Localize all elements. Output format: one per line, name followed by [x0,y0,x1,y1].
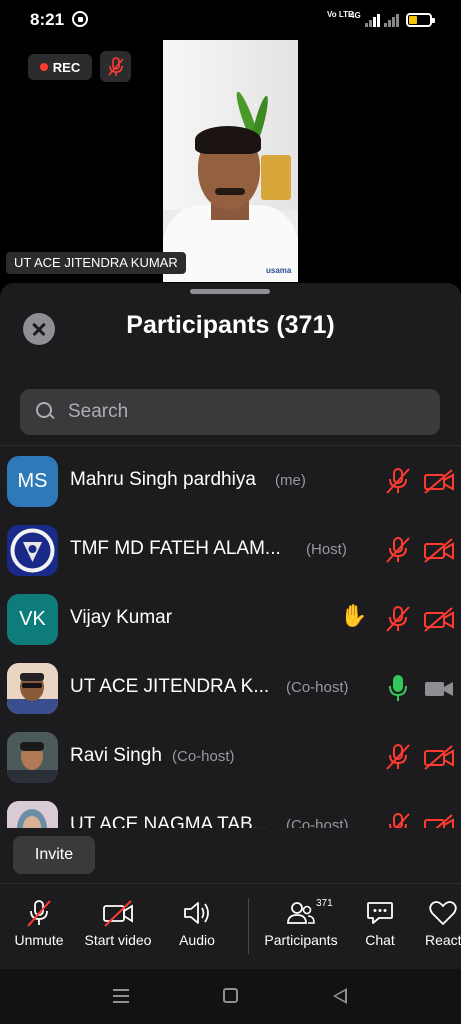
signal-icon-sim2 [384,13,400,27]
participant-role: (Host) [306,541,347,558]
video-on-icon[interactable] [424,673,454,703]
mic-off-icon[interactable] [383,604,413,634]
avatar: VK [7,594,58,645]
start-video-label: Start video [84,932,152,948]
shirt-logo: usama [266,266,292,275]
video-off-icon[interactable] [424,604,454,634]
raised-hand-icon: ✋ [340,603,368,628]
participant-role: (Co-host) [286,817,349,828]
unmute-button[interactable]: Unmute [12,898,66,948]
search-input[interactable] [68,401,398,423]
home-icon[interactable] [223,988,238,1003]
system-nav-bar [0,969,461,1024]
avatar [7,663,58,714]
participants-label: Participants [264,932,338,948]
participant-list[interactable]: MS Mahru Singh pardhiya (me) TMF MD FATE… [0,445,461,828]
record-dot-icon [39,63,48,71]
chat-icon [367,902,393,924]
audio-label: Audio [179,932,215,948]
participant-row[interactable]: UT ACE NAGMA TAB... (Co-host) [0,791,461,828]
recording-badge[interactable]: REC [28,54,92,80]
search-icon [36,402,56,422]
battery-icon [406,13,435,27]
video-area[interactable]: REC usama UT ACE JITENDRA KUMAR [0,40,461,285]
participant-name: Ravi Singh [70,745,162,766]
speaker-video[interactable]: usama [163,40,298,282]
shield-logo-icon [10,528,55,573]
avatar: MS [7,456,58,507]
status-bar: 8:21 Vo LTE 4G [0,0,461,40]
participant-name: UT ACE NAGMA TAB... [70,814,269,828]
back-icon[interactable] [333,988,347,1004]
status-time: 8:21 [30,10,65,29]
chat-label: Chat [365,932,395,948]
user-photo [7,732,58,783]
user-photo [7,663,58,714]
video-off-icon[interactable] [424,811,454,828]
participant-name: TMF MD FATEH ALAM... [70,538,281,559]
speaker-icon [184,902,209,924]
participant-row[interactable]: UT ACE JITENDRA K... (Co-host) [0,653,461,722]
recents-icon[interactable] [113,989,129,1003]
signal-icon [365,13,381,27]
speaker-name-tag: UT ACE JITENDRA KUMAR [6,252,186,274]
mic-muted-badge[interactable] [100,51,131,82]
whatsapp-icon [72,11,88,27]
network-type: 4G [350,11,361,20]
react-button[interactable]: React [425,898,461,948]
participant-name: Vijay Kumar [70,607,173,628]
mic-off-icon[interactable] [383,535,413,565]
participant-role: (Co-host) [172,748,235,765]
participant-row[interactable]: MS Mahru Singh pardhiya (me) [0,446,461,515]
toolbar-divider [248,898,249,954]
participant-name: UT ACE JITENDRA K... [70,676,270,697]
participant-name: Mahru Singh pardhiya [70,469,256,490]
trophy-image [261,155,291,200]
avatar [7,801,58,828]
start-video-button[interactable]: Start video [84,898,152,948]
heart-icon [429,901,457,925]
chat-button[interactable]: Chat [364,898,396,948]
mic-on-icon[interactable] [383,673,413,703]
mic-off-icon[interactable] [383,811,413,828]
video-off-icon[interactable] [424,535,454,565]
video-off-icon[interactable] [424,466,454,496]
mic-off-icon [27,900,51,927]
invite-button[interactable]: Invite [13,836,95,874]
mic-off-icon [107,56,124,76]
avatar [7,732,58,783]
participant-row[interactable]: TMF MD FATEH ALAM... (Host) [0,515,461,584]
participants-count-badge: 371 [316,898,333,909]
video-off-icon[interactable] [424,742,454,772]
participants-icon [287,902,315,924]
avatar [7,525,58,576]
search-bar[interactable] [20,389,440,435]
mic-off-icon[interactable] [383,466,413,496]
drag-handle[interactable] [190,289,270,294]
react-label: React [425,932,461,948]
participant-role: (me) [275,472,306,489]
video-off-icon [103,900,133,927]
participant-row[interactable]: Ravi Singh (Co-host) [0,722,461,791]
unmute-label: Unmute [14,932,64,948]
mic-off-icon[interactable] [383,742,413,772]
participants-panel: Participants (371) MS Mahru Singh pardhi… [0,283,461,969]
participant-role: (Co-host) [286,679,349,696]
user-photo [7,801,58,828]
participant-row[interactable]: VK Vijay Kumar ✋ [0,584,461,653]
recording-label: REC [52,59,81,75]
meeting-toolbar: Unmute Start video Audio Participants 37… [0,883,461,969]
panel-title: Participants (371) [126,311,335,339]
audio-button[interactable]: Audio [178,898,216,948]
